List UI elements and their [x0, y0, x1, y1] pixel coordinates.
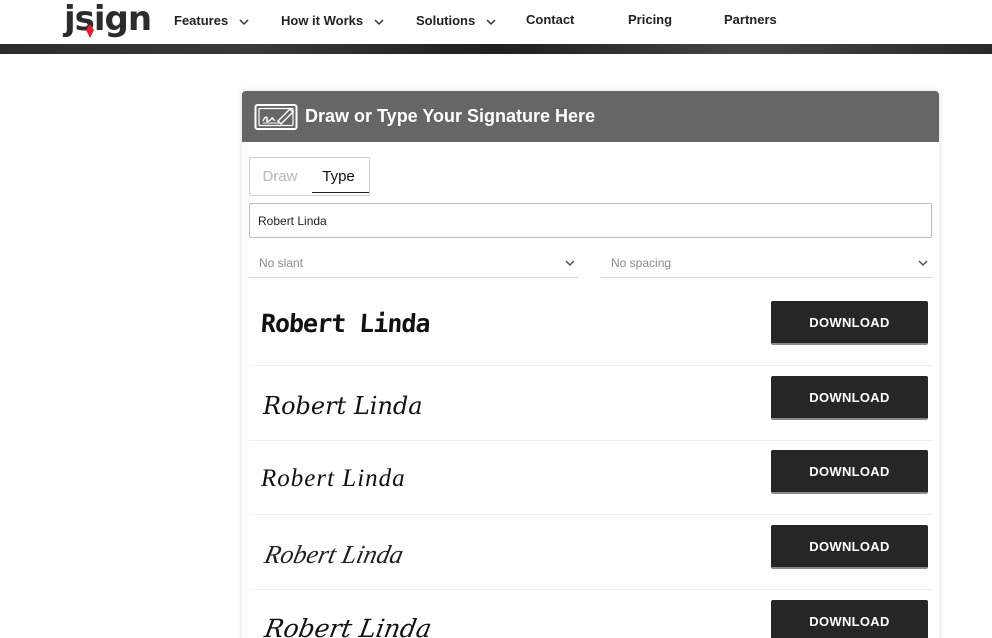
logo-text: jsign [64, 0, 152, 39]
hero-image-strip [0, 44, 992, 54]
nav-label: Features [174, 12, 229, 28]
nav-item-partners[interactable]: Partners [724, 12, 777, 27]
nav-label: How it Works [281, 12, 364, 28]
nav-item-contact[interactable]: Contact [526, 12, 574, 27]
jsign-logo[interactable]: jsign [64, 0, 152, 42]
download-button[interactable]: DOWNLOAD [771, 301, 928, 345]
signature-preview[interactable]: Robert Linda [261, 465, 406, 493]
mode-tabs: Draw Type [249, 157, 370, 196]
signature-pad-icon [254, 103, 298, 130]
slant-select[interactable]: No slant [249, 248, 579, 278]
signature-option: Robert Linda DOWNLOAD [249, 291, 932, 366]
download-button[interactable]: DOWNLOAD [771, 525, 928, 569]
nav-label: Contact [526, 12, 575, 27]
chevron-down-icon [565, 260, 575, 267]
signature-preview[interactable]: Robert Linda [260, 309, 431, 338]
spacing-select[interactable]: No spacing [601, 248, 932, 278]
tab-type[interactable]: Type [310, 158, 369, 195]
name-input[interactable] [249, 203, 932, 238]
chevron-down-icon [374, 19, 384, 26]
chevron-down-icon [486, 19, 496, 26]
nav-label: Pricing [628, 12, 673, 27]
chevron-down-icon [239, 19, 249, 26]
signature-option: Robert Linda DOWNLOAD [249, 515, 932, 590]
nav-item-how-it-works[interactable]: How it Works [281, 12, 385, 28]
chevron-down-icon [918, 260, 928, 267]
signature-preview[interactable]: Robert Linda [262, 614, 433, 638]
nav-label: Partners [724, 12, 777, 27]
card-header: Draw or Type Your Signature Here [242, 91, 939, 142]
signature-option: Robert Linda DOWNLOAD [249, 366, 932, 441]
download-button[interactable]: DOWNLOAD [771, 600, 928, 638]
signature-card: Draw or Type Your Signature Here Draw Ty… [242, 91, 939, 638]
pen-nib-icon [86, 24, 94, 38]
card-title: Draw or Type Your Signature Here [305, 106, 596, 126]
nav-item-features[interactable]: Features [174, 12, 250, 28]
spacing-select-value: No spacing [611, 255, 672, 270]
signature-option: Robert Linda DOWNLOAD [249, 590, 932, 638]
site-header: jsign Features How it Works Solutions Co… [0, 0, 992, 44]
signature-preview[interactable]: Robert Linda [263, 392, 423, 420]
tab-draw[interactable]: Draw [250, 158, 310, 195]
download-button[interactable]: DOWNLOAD [771, 376, 928, 420]
nav-item-pricing[interactable]: Pricing [628, 12, 672, 27]
signature-preview[interactable]: Robert Linda [262, 540, 406, 570]
nav-item-solutions[interactable]: Solutions [416, 12, 497, 28]
nav-label: Solutions [416, 12, 476, 28]
slant-select-value: No slant [259, 255, 304, 270]
download-button[interactable]: DOWNLOAD [771, 450, 928, 494]
signature-option: Robert Linda DOWNLOAD [249, 440, 932, 515]
